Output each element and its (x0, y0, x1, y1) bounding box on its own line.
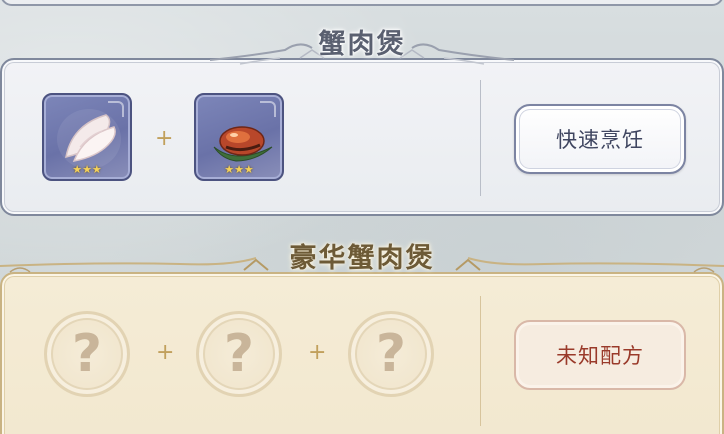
recipe-banner-crab-pot: 蟹肉煲 (0, 22, 724, 65)
item-frame-corner (260, 101, 276, 117)
card-divider (480, 296, 481, 426)
ingredient-slot-fish[interactable]: ★★★ (42, 93, 132, 181)
unknown-ingredient-slot: ? (44, 311, 130, 397)
recipe-banner-deluxe-crab-pot: 豪华蟹肉煲 (0, 236, 724, 275)
plus-sign: + (156, 340, 175, 365)
rarity-stars: ★★★ (72, 163, 102, 176)
card-divider (480, 80, 481, 196)
plus-sign: + (155, 126, 174, 151)
previous-recipe-card (0, 0, 724, 6)
recipe-title: 蟹肉煲 (318, 29, 406, 60)
ingredient-slot-meat[interactable]: ★★★ (194, 93, 284, 181)
unknown-recipe-button[interactable]: 未知配方 (514, 320, 686, 390)
unknown-ingredient-slot: ? (348, 311, 434, 397)
plus-sign: + (308, 340, 327, 365)
recipe-title: 豪华蟹肉煲 (289, 243, 435, 274)
quick-cook-button[interactable]: 快速烹饪 (514, 104, 686, 174)
rarity-stars: ★★★ (224, 163, 254, 176)
unknown-ingredient-slot: ? (196, 311, 282, 397)
item-frame-corner (108, 101, 124, 117)
